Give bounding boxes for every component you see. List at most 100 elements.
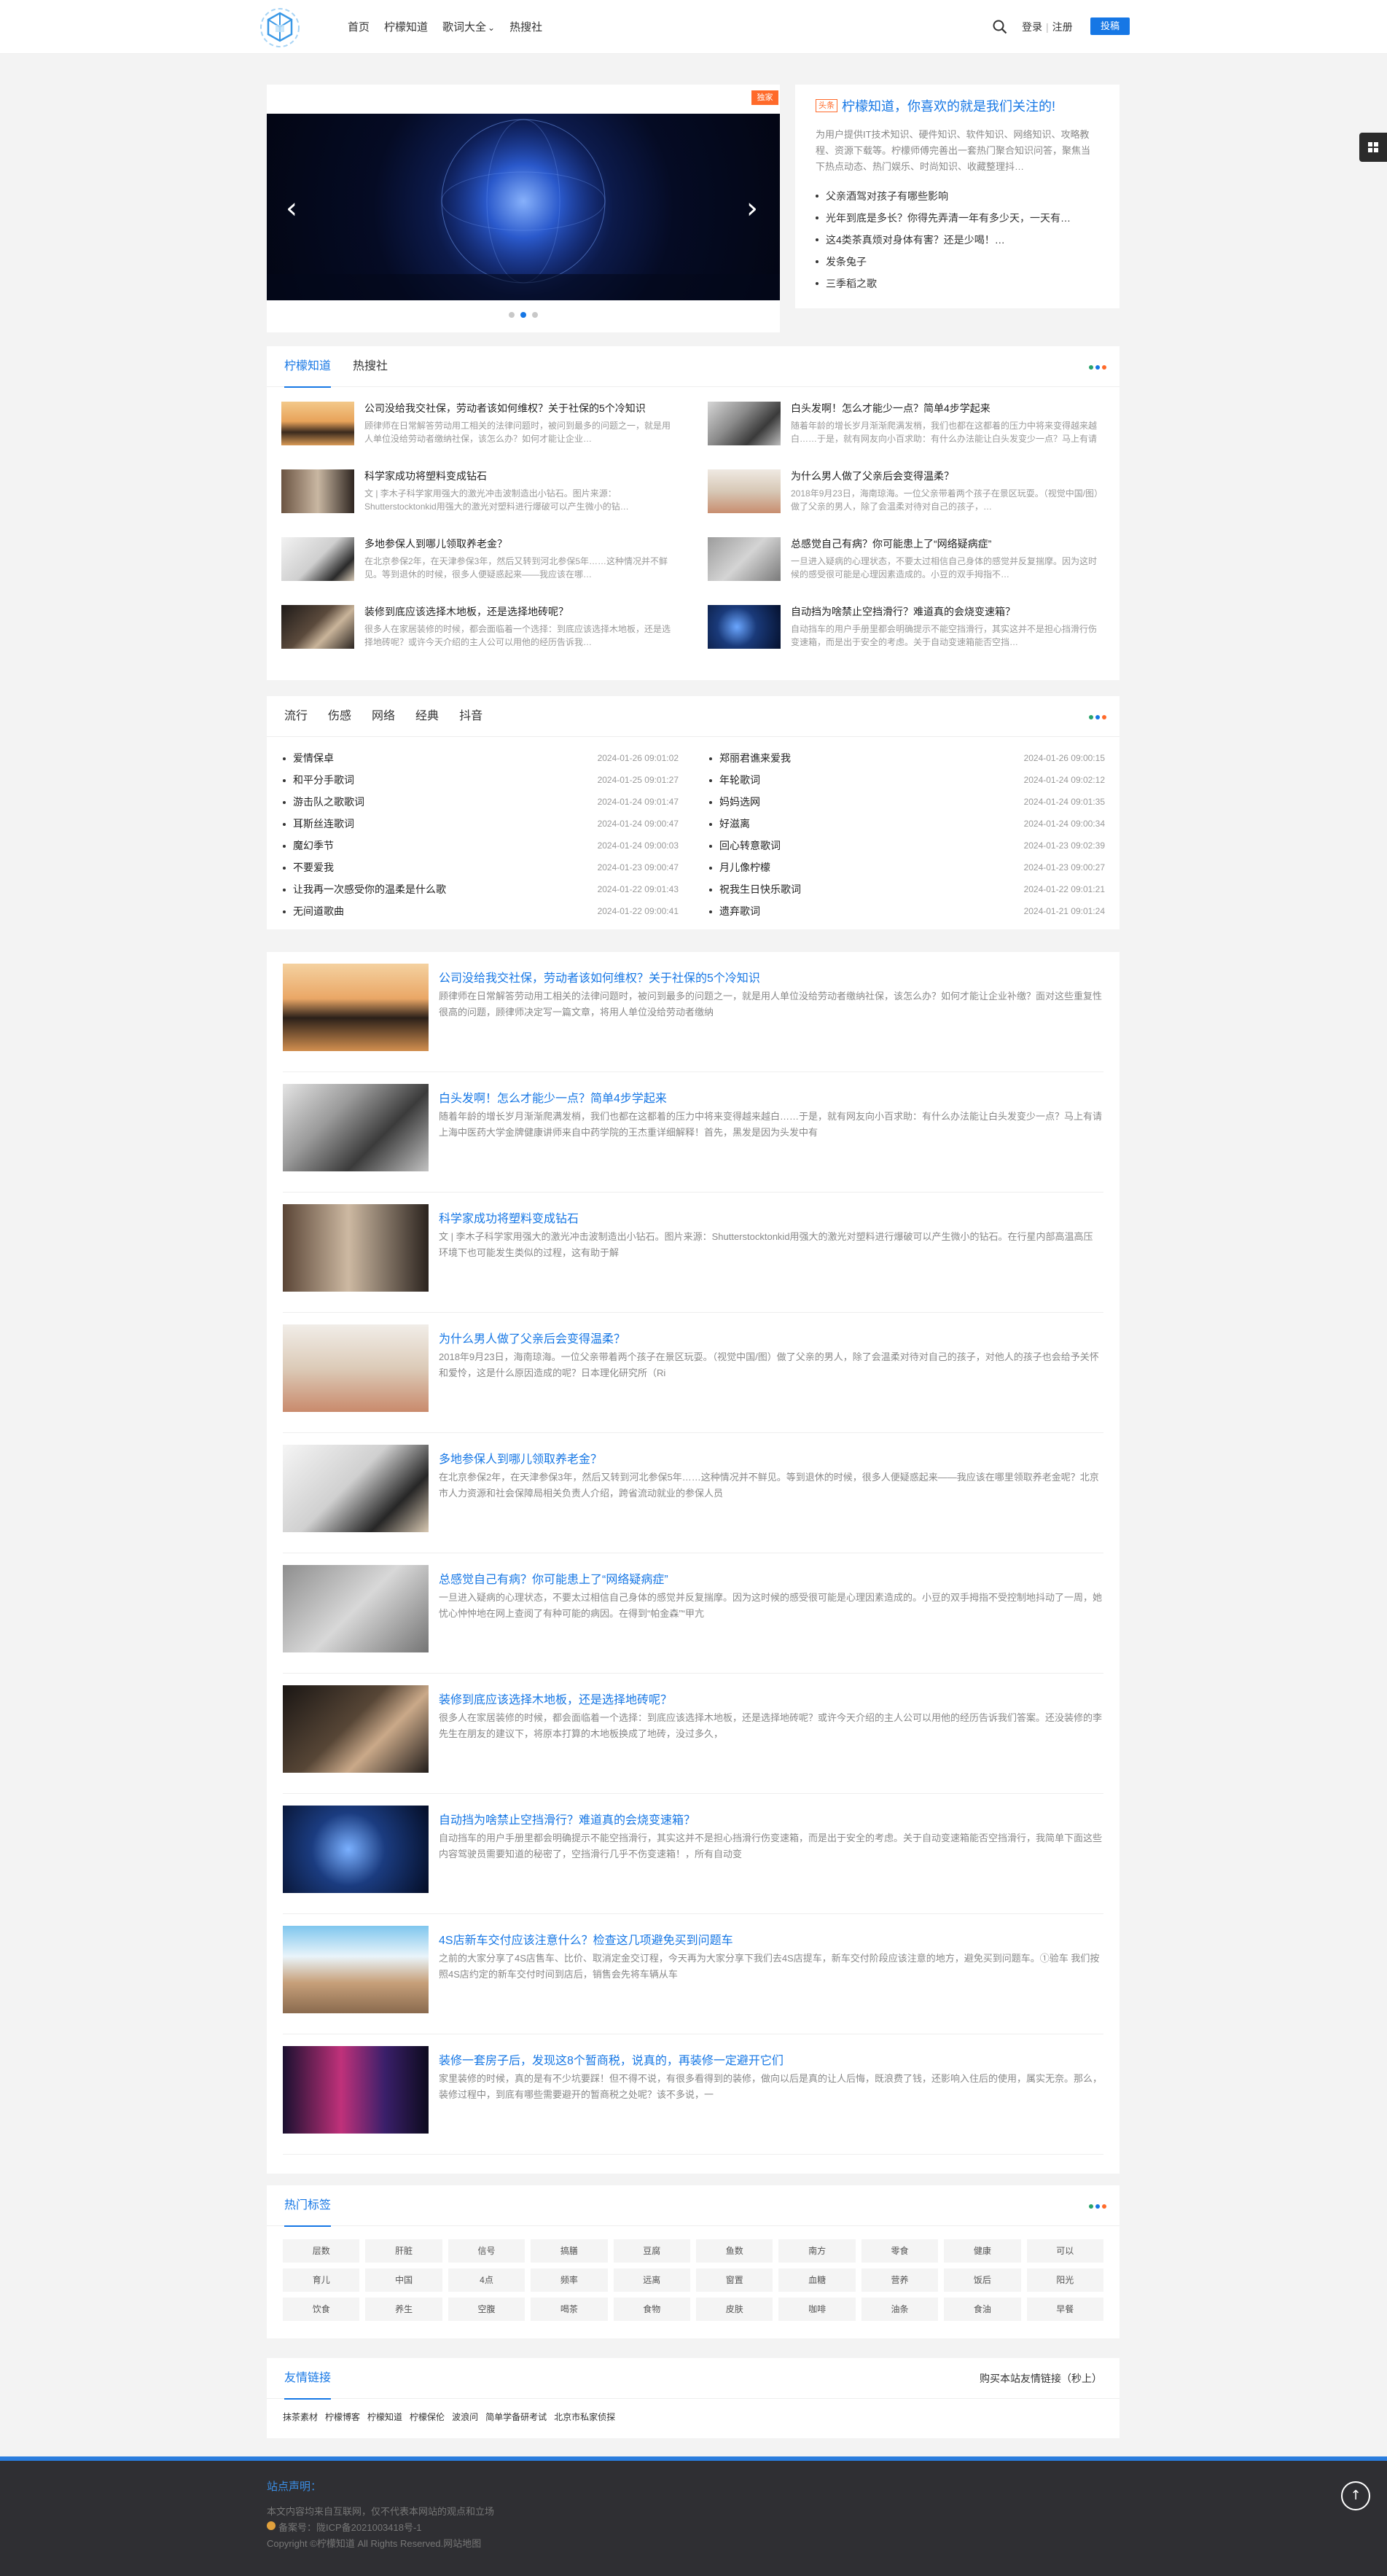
list-item-title[interactable]: 4S店新车交付应该注意什么？检查这几项避免买到问题车 (439, 1930, 733, 1948)
tag-item[interactable]: 育儿 (283, 2268, 360, 2292)
lyrics-title[interactable]: 让我再一次感受你的温柔是什么歌 (293, 878, 446, 900)
lyrics-title[interactable]: 和平分手歌词 (293, 769, 354, 791)
intro-list-item[interactable]: 光年到底是多长？你得先弄清一年有多少天，一天有… (816, 207, 1099, 229)
tab-classic[interactable]: 经典 (415, 696, 439, 737)
tag-item[interactable]: 信号 (448, 2239, 526, 2263)
slide-image[interactable] (267, 114, 780, 300)
tag-item[interactable]: 南方 (778, 2239, 856, 2263)
list-thumbnail[interactable] (283, 1926, 429, 2013)
article-thumbnail[interactable] (281, 537, 354, 581)
lyrics-row[interactable]: 不要爱我 2024-01-23 09:00:47 (281, 856, 679, 878)
site-logo[interactable] (259, 7, 300, 48)
tag-item[interactable]: 皮肤 (696, 2298, 773, 2321)
lyrics-title[interactable]: 遗弃歌词 (719, 900, 760, 922)
submit-button[interactable]: 投稿 (1090, 17, 1130, 35)
article-title[interactable]: 自动挡为啥禁止空挡滑行？难道真的会烧变速箱？ (791, 605, 1105, 618)
article-title[interactable]: 装修到底应该选择木地板，还是选择地砖呢？ (364, 605, 679, 618)
article-card[interactable]: 为什么男人做了父亲后会变得温柔？ 2018年9月23日，海南琼海。一位父亲带着两个… (708, 469, 1105, 513)
article-thumbnail[interactable] (708, 469, 781, 513)
intro-list-item[interactable]: 这4类茶真烦对身体有害？还是少喝！… (816, 229, 1099, 251)
list-thumbnail[interactable] (283, 2046, 429, 2134)
list-thumbnail[interactable] (283, 1806, 429, 1893)
article-card[interactable]: 总感觉自己有病？你可能患上了“网络疑病症” 一旦进入疑病的心理状态，不要太过相信自… (708, 537, 1105, 581)
friend-link[interactable]: 波浪问 (452, 2411, 478, 2423)
tag-item[interactable]: 咖啡 (778, 2298, 856, 2321)
tag-item[interactable]: 油条 (861, 2298, 939, 2321)
tag-item[interactable]: 健康 (944, 2239, 1021, 2263)
lyrics-row[interactable]: 和平分手歌词 2024-01-25 09:01:27 (281, 769, 679, 791)
list-item[interactable]: 装修一套房子后，发现这8个暂商税，说真的，再装修一定避开它们 家里装修的时候，真的… (283, 2034, 1103, 2155)
article-card[interactable]: 公司没给我交社保，劳动者该如何维权？关于社保的5个冷知识 顾律师在日常解答劳动用工… (281, 402, 679, 445)
list-item-title[interactable]: 自动挡为啥禁止空挡滑行？难道真的会烧变速箱？ (439, 1810, 695, 1827)
list-item-title[interactable]: 装修到底应该选择木地板，还是选择地砖呢？ (439, 1690, 672, 1707)
list-item-title[interactable]: 多地参保人到哪儿领取养老金？ (439, 1449, 602, 1467)
article-title[interactable]: 公司没给我交社保，劳动者该如何维权？关于社保的5个冷知识 (364, 402, 679, 415)
tag-item[interactable]: 肝脏 (365, 2239, 442, 2263)
list-item-title[interactable]: 为什么男人做了父亲后会变得温柔？ (439, 1329, 625, 1346)
back-to-top-button[interactable]: ↑ (1341, 2481, 1370, 2510)
article-card[interactable]: 科学家成功将塑料变成钻石文 | 李木子科学家用强大的激光冲击波制造出小钻石。图片… (281, 469, 679, 513)
lyrics-title[interactable]: 郑丽君谯来爱我 (719, 747, 791, 769)
list-item[interactable]: 科学家成功将塑料变成钻石文 | 李木子科学家用强大的激光冲击波制造出小钻石。图片… (283, 1193, 1103, 1313)
buy-link-button[interactable]: 购买本站友情链接（秒上） (980, 2358, 1102, 2399)
tab-douyin[interactable]: 抖音 (459, 696, 482, 737)
lyrics-title[interactable]: 月儿像柠檬 (719, 856, 770, 878)
list-item-title[interactable]: 总感觉自己有病？你可能患上了“网络疑病症” (439, 1569, 668, 1587)
tag-item[interactable]: 养生 (365, 2298, 442, 2321)
slider-prev-arrow[interactable]: ‹ (286, 194, 297, 223)
lyrics-row[interactable]: 魔幻季节 2024-01-24 09:00:03 (281, 835, 679, 856)
list-item[interactable]: 公司没给我交社保，劳动者该如何维权？关于社保的5个冷知识 顾律师在日常解答劳动用工… (283, 952, 1103, 1072)
lyrics-row[interactable]: 遗弃歌词 2024-01-21 09:01:24 (708, 900, 1105, 922)
friend-link[interactable]: 简单学备研考试 (485, 2411, 547, 2423)
lyrics-row[interactable]: 让我再一次感受你的温柔是什么歌 2024-01-22 09:01:43 (281, 878, 679, 900)
tag-item[interactable]: 频率 (531, 2268, 608, 2292)
lyrics-title[interactable]: 妈妈选网 (719, 791, 760, 813)
article-card[interactable]: 白头发啊！怎么才能少一点？简单4步学起来 随着年龄的增长岁月渐渐爬满发梢，我们也都… (708, 402, 1105, 445)
list-item-title[interactable]: 装修一套房子后，发现这8个暂商税，说真的，再装修一定避开它们 (439, 2050, 784, 2068)
article-thumbnail[interactable] (281, 402, 354, 445)
list-item[interactable]: 装修到底应该选择木地板，还是选择地砖呢？ 很多人在家居装修的时候，都会面临着一个选… (283, 1674, 1103, 1794)
lyrics-row[interactable]: 回心转意歌词 2024-01-23 09:02:39 (708, 835, 1105, 856)
lyrics-row[interactable]: 妈妈选网 2024-01-24 09:01:35 (708, 791, 1105, 813)
lyrics-row[interactable]: 郑丽君谯来爱我 2024-01-26 09:00:15 (708, 747, 1105, 769)
intro-list-item[interactable]: 父亲酒驾对孩子有哪些影响 (816, 185, 1099, 207)
article-thumbnail[interactable] (708, 537, 781, 581)
list-item-title[interactable]: 公司没给我交社保，劳动者该如何维权？关于社保的5个冷知识 (439, 968, 760, 985)
lyrics-row[interactable]: 爱情保卓 2024-01-26 09:01:02 (281, 747, 679, 769)
lyrics-row[interactable]: 年轮歌词 2024-01-24 09:02:12 (708, 769, 1105, 791)
slider-dot[interactable] (532, 312, 538, 318)
slider-dot[interactable] (509, 312, 515, 318)
article-title[interactable]: 白头发啊！怎么才能少一点？简单4步学起来 (791, 402, 1105, 415)
article-title[interactable]: 多地参保人到哪儿领取养老金？ (364, 537, 679, 550)
tag-item[interactable]: 饮食 (283, 2298, 360, 2321)
article-thumbnail[interactable] (708, 402, 781, 445)
list-item[interactable]: 4S店新车交付应该注意什么？检查这几项避免买到问题车 之前的大家分享了4S店售车、… (283, 1914, 1103, 2034)
register-link[interactable]: 注册 (1052, 21, 1073, 33)
lyrics-title[interactable]: 魔幻季节 (293, 835, 334, 856)
article-thumbnail[interactable] (281, 469, 354, 513)
list-item[interactable]: 白头发啊！怎么才能少一点？简单4步学起来 随着年龄的增长岁月渐渐爬满发梢，我们也都… (283, 1072, 1103, 1193)
tag-item[interactable]: 豆腐 (613, 2239, 690, 2263)
friend-link[interactable]: 抹茶素材 (283, 2411, 318, 2423)
list-thumbnail[interactable] (283, 1685, 429, 1773)
tag-item[interactable]: 营养 (861, 2268, 939, 2292)
list-thumbnail[interactable] (283, 1204, 429, 1292)
tab-hot-search[interactable]: 热搜社 (353, 346, 388, 387)
friend-link[interactable]: 柠檬博客 (325, 2411, 360, 2423)
nav-lyrics[interactable]: 歌词大全 ⌄ (442, 19, 495, 34)
tag-item[interactable]: 中国 (365, 2268, 442, 2292)
tag-item[interactable]: 空腹 (448, 2298, 526, 2321)
tag-item[interactable]: 搞膳 (531, 2239, 608, 2263)
tag-item[interactable]: 远离 (613, 2268, 690, 2292)
slider-next-arrow[interactable]: › (746, 194, 758, 223)
lyrics-row[interactable]: 无间道歌曲 2024-01-22 09:00:41 (281, 900, 679, 922)
article-card[interactable]: 多地参保人到哪儿领取养老金？ 在北京参保2年，在天津参保3年，然后又转到河北参保5… (281, 537, 679, 581)
tag-item[interactable]: 食油 (944, 2298, 1021, 2321)
list-item-title[interactable]: 白头发啊！怎么才能少一点？简单4步学起来 (439, 1088, 667, 1106)
lyrics-row[interactable]: 好滋离 2024-01-24 09:00:34 (708, 813, 1105, 835)
lyrics-row[interactable]: 游击队之歌歌词 2024-01-24 09:01:47 (281, 791, 679, 813)
slider-dot-active[interactable] (520, 312, 526, 318)
lyrics-title[interactable]: 爱情保卓 (293, 747, 334, 769)
tag-item[interactable]: 阳光 (1026, 2268, 1103, 2292)
article-card[interactable]: 装修到底应该选择木地板，还是选择地砖呢？ 很多人在家居装修的时候，都会面临着一个选… (281, 605, 679, 649)
